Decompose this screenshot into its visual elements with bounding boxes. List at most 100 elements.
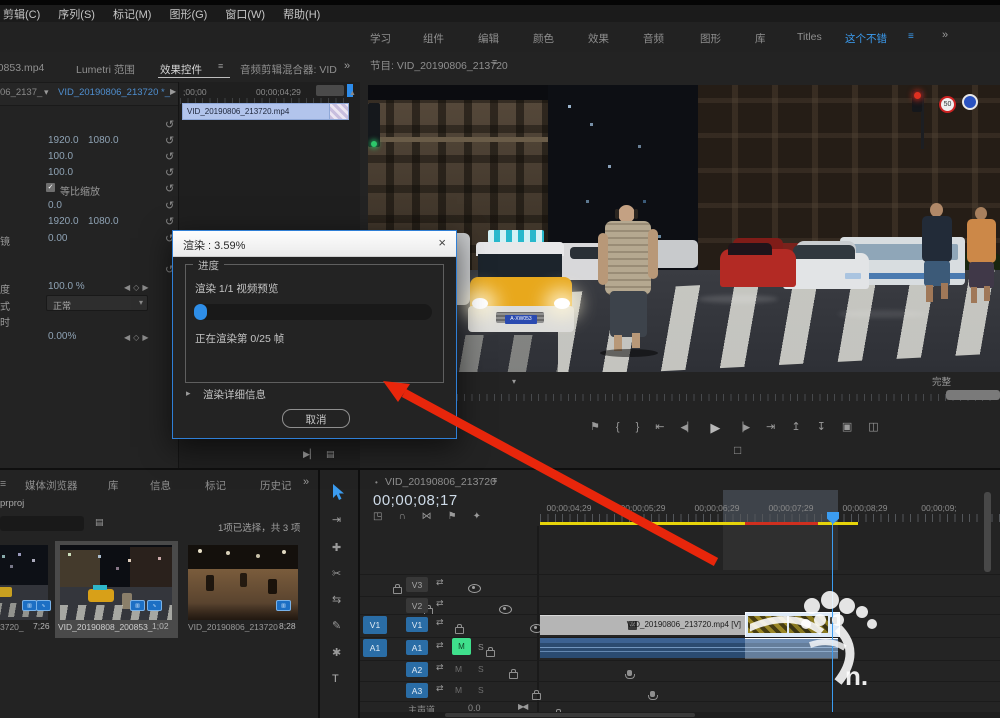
button-editor-icon[interactable]: □ [734,444,741,456]
play-button-icon[interactable]: ▶ [710,421,720,434]
reset-uniform-icon[interactable]: ↺ [165,182,174,195]
v1-sync-icon[interactable]: ⇄ [436,618,444,627]
timeline-horizontal-scrollbar[interactable] [445,713,695,717]
a1-lock-icon[interactable] [486,650,495,657]
a1-solo-button[interactable]: S [478,642,484,652]
timeline-vertical-scrollbar[interactable] [984,492,991,572]
reset-anchor-icon[interactable]: ↺ [165,215,174,228]
goto-out-icon[interactable]: ⇥ [766,422,775,433]
v1-track-label[interactable]: V1 [406,617,428,632]
workspace-tab-menu-icon[interactable]: ≡ [908,31,914,42]
workspace-tab-libraries[interactable]: 库 [755,31,766,46]
param-scale-width[interactable]: 100.0 [48,167,73,178]
playback-resolution-dropdown[interactable]: 完整 [932,374,951,388]
a3-track-label[interactable]: A3 [406,683,428,698]
a3-mute-button[interactable]: M [455,685,462,695]
lift-icon[interactable]: ↥ [791,422,800,433]
program-zoom-scrollbar[interactable] [946,390,1000,400]
v3-track-label[interactable]: V3 [406,577,428,592]
a3-lock-icon[interactable] [532,693,541,700]
workspace-tab-active[interactable]: 这个不错 [845,31,887,46]
linked-selection-icon[interactable]: ⋈ [422,512,432,522]
track-select-tool-icon[interactable]: ⇥ [332,515,341,526]
hand-tool-icon[interactable]: ✱ [332,648,341,659]
timeline-ruler-ticks[interactable] [540,514,1000,522]
param-opacity[interactable]: 100.0 % [48,281,85,292]
timeline-clip-a1[interactable] [540,638,838,658]
export-frame-icon[interactable]: ▣ [842,422,852,433]
workspace-tab-titles[interactable]: Titles [797,31,822,43]
play-around-icon[interactable]: ▶▏ [303,450,317,459]
dialog-close-icon[interactable]: × [438,235,446,250]
a2-mute-button[interactable]: M [455,664,462,674]
tab-info[interactable]: 信息 [150,478,171,493]
tab-media-browser[interactable]: 媒体浏览器 [25,478,78,493]
project-overflow-icon[interactable]: » [303,477,309,488]
ecp-collapse-icon[interactable]: ▲ [349,90,356,97]
slip-tool-icon[interactable]: ⇆ [332,595,341,606]
a3-sync-icon[interactable]: ⇄ [436,684,444,693]
nest-icon[interactable]: ◳ [373,512,382,522]
menu-marker[interactable]: 标记(M) [113,6,152,22]
a1-source-patch[interactable]: A1 [363,639,387,657]
ecp-tab-audio-mixer[interactable]: 音频剪辑混合器: VID [240,62,337,77]
param-time-remap[interactable]: 0.00% [48,331,76,342]
workspace-tab-editing[interactable]: 编辑 [478,31,499,46]
razor-tool-icon[interactable]: ✂ [332,569,341,580]
v1-source-patch[interactable]: V1 [363,616,387,634]
opacity-keyframe-nav[interactable]: ◀◇▶ [124,283,151,292]
v2-sync-icon[interactable]: ⇄ [436,599,444,608]
zoom-level-chevron[interactable]: ▾ [512,378,516,386]
menu-help[interactable]: 帮助(H) [283,6,320,22]
export-frame-small-icon[interactable]: ▤ [326,450,335,459]
ecp-clip-dropdown-chevron[interactable]: ▾ [44,88,49,97]
timeline-clip-v1[interactable]: fx VID_20190806_213720.mp4 [V] [540,615,745,635]
menu-clip[interactable]: 剪辑(C) [3,6,40,22]
a2-voiceover-icon[interactable] [627,670,632,676]
tab-markers[interactable]: 标记 [205,478,226,493]
timeline-clip-v1-selected[interactable] [745,612,840,638]
clip1-name[interactable]: 3720_ [0,622,24,632]
reset-scale-width-icon[interactable]: ↺ [165,166,174,179]
render-details-chevron[interactable]: ▸ [186,388,191,399]
clip2-name[interactable]: VID_20190808_200853_ [58,622,153,632]
ecp-tab-lumetri[interactable]: Lumetri 范围 [76,62,135,77]
step-forward-icon[interactable]: ▕▶ [736,423,750,432]
timeline-settings-icon[interactable]: ✦ [473,512,481,522]
goto-in-icon[interactable]: ⇤ [655,422,664,433]
program-ruler-ticks[interactable] [368,394,992,401]
v3-sync-icon[interactable]: ⇄ [436,578,444,587]
ecp-mini-scrollbar[interactable] [316,85,344,96]
timeline-timecode[interactable]: 00;00;08;17 [373,492,458,509]
a2-track-label[interactable]: A2 [406,662,428,677]
param-anchor-y[interactable]: 1080.0 [88,216,119,227]
param-position-x[interactable]: 1920.0 [48,135,79,146]
a1-sync-icon[interactable]: ⇄ [436,641,444,650]
fit-sequence-icon[interactable]: ▶◀ [518,702,526,711]
ecp-tab-source[interactable]: 200853.mp4 [0,62,44,74]
a2-sync-icon[interactable]: ⇄ [436,663,444,672]
workspace-overflow-icon[interactable]: » [942,30,948,41]
view-toggle-icon[interactable]: ▤ [95,518,104,527]
param-anchor-x[interactable]: 1920.0 [48,216,79,227]
snap-icon[interactable]: ∩ [398,512,405,522]
render-dialog-titlebar[interactable]: 渲染 : 3.59% × [173,231,456,257]
a1-mute-button[interactable]: M [452,638,471,655]
uniform-scale-checkbox[interactable]: ✓ [46,183,55,192]
workspace-tab-audio[interactable]: 音频 [643,31,664,46]
tab-libraries[interactable]: 库 [108,478,119,493]
project-search-input[interactable] [0,516,84,531]
workspace-tab-color[interactable]: 颜色 [533,31,554,46]
menu-graphics[interactable]: 图形(G) [169,6,207,22]
param-rotation[interactable]: 0.0 [48,200,62,211]
extract-icon[interactable]: ↧ [817,422,826,433]
workspace-tab-effects[interactable]: 效果 [588,31,609,46]
ecp-tab-effect-controls[interactable]: 效果控件 [160,62,202,77]
cancel-button[interactable]: 取消 [282,409,350,428]
time-remap-keyframe-nav[interactable]: ◀◇▶ [124,333,151,342]
render-details-expander[interactable]: 渲染详细信息 [203,387,266,402]
param-position-y[interactable]: 1080.0 [88,135,119,146]
workspace-tab-graphics[interactable]: 图形 [700,31,721,46]
menu-sequence[interactable]: 序列(S) [58,6,95,22]
ripple-edit-tool-icon[interactable]: ✚ [332,543,341,554]
